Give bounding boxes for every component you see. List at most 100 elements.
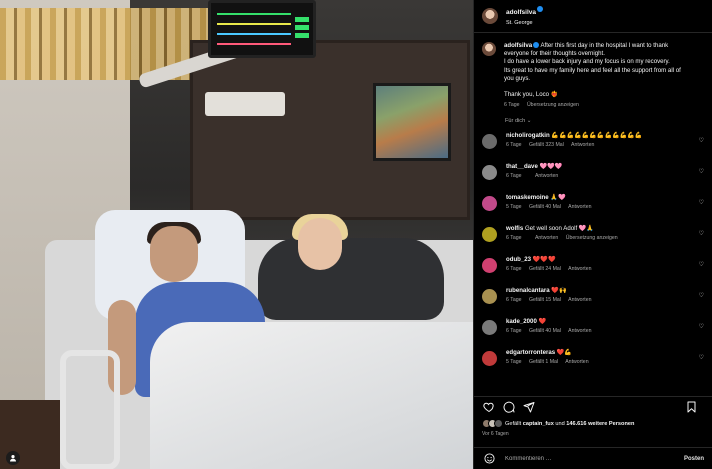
caption-line: you guys. — [504, 74, 531, 82]
liked-by-user[interactable]: captain_fux — [523, 421, 554, 427]
caption-author-avatar[interactable] — [482, 42, 496, 56]
comment-like-heart-icon[interactable]: ♡ — [699, 168, 704, 175]
post-photo[interactable] — [0, 0, 473, 469]
vital-signs-monitor — [208, 0, 316, 58]
author-avatar[interactable] — [482, 8, 498, 24]
caption-line: I do have a lower back injury and my foc… — [504, 58, 670, 66]
commenter-avatar[interactable] — [482, 227, 497, 243]
comment-list: nicholirogatkin 💪💪💪💪💪💪💪💪💪💪💪💪 6 Tage Gefä… — [482, 132, 704, 380]
comment-age[interactable]: 6 Tage — [506, 266, 521, 272]
commenter-avatar[interactable] — [482, 351, 497, 367]
commenter-avatar[interactable] — [482, 320, 497, 336]
visitor-face — [298, 218, 342, 270]
comment-likes[interactable]: Gefällt 1 Mal — [529, 359, 558, 365]
other-likers-link[interactable]: 146.616 weitere Personen — [566, 421, 634, 427]
comment-text: ❤️💪 — [556, 349, 572, 357]
commenter-avatar[interactable] — [482, 196, 497, 212]
reply-button[interactable]: Antworten — [535, 235, 558, 241]
blanket — [150, 322, 473, 469]
comment-age[interactable]: 5 Tage — [506, 359, 521, 365]
caption-username[interactable]: adolfsilva — [504, 42, 532, 49]
emoji-icon[interactable] — [482, 452, 496, 466]
reply-button[interactable]: Antworten — [568, 297, 591, 303]
share-send-icon[interactable] — [522, 400, 536, 414]
reply-button[interactable]: Antworten — [568, 204, 591, 210]
comments-scroll-area[interactable]: adolfsilva After this first day in the h… — [474, 34, 712, 394]
commenter-avatar[interactable] — [482, 165, 497, 181]
likers-avatars[interactable] — [482, 419, 503, 428]
comment-text: 💪💪💪💪💪💪💪💪💪💪💪💪 — [551, 132, 643, 140]
commenter-avatar[interactable] — [482, 258, 497, 274]
caption-line: After this first day in the hospital I w… — [540, 42, 669, 49]
comment-text: ❤️ — [538, 318, 547, 326]
comment-age[interactable]: 6 Tage — [506, 142, 521, 148]
patient-face — [150, 226, 198, 282]
comment-likes[interactable]: Gefällt 40 Mal — [529, 204, 561, 210]
reply-button[interactable]: Antworten — [565, 359, 588, 365]
reply-button[interactable]: Antworten — [568, 266, 591, 272]
commenter-username[interactable]: kade_2000 — [506, 318, 537, 325]
comment-text: ❤️❤️❤️ — [532, 256, 556, 264]
comment-likes[interactable]: Gefällt 15 Mal — [529, 297, 561, 303]
like-heart-icon[interactable] — [482, 400, 496, 414]
comment-item: that__dave 🩷🩷🩷 6 Tage Antworten ♡ — [482, 163, 704, 194]
comment-item: edgartorronteras ❤️💪 5 Tage Gefällt 1 Ma… — [482, 349, 704, 380]
bookmark-icon[interactable] — [684, 400, 698, 414]
comment-like-heart-icon[interactable]: ♡ — [699, 292, 704, 299]
post-comment-button[interactable]: Posten — [684, 456, 704, 462]
comment-item: nicholirogatkin 💪💪💪💪💪💪💪💪💪💪💪💪 6 Tage Gefä… — [482, 132, 704, 163]
post-location[interactable]: St. George — [506, 18, 543, 28]
comment-bubble-icon[interactable] — [502, 400, 516, 414]
commenter-username[interactable]: that__dave — [506, 163, 538, 170]
commenter-username[interactable]: nicholirogatkin — [506, 132, 550, 139]
reply-button[interactable]: Antworten — [571, 142, 594, 148]
commenter-username[interactable]: odub_23 — [506, 256, 531, 263]
comment-like-heart-icon[interactable]: ♡ — [699, 199, 704, 206]
comment-text: ❤️🙌 — [551, 287, 567, 295]
comment-like-heart-icon[interactable]: ♡ — [699, 230, 704, 237]
tagged-users-icon[interactable] — [6, 451, 20, 465]
comment-input[interactable] — [505, 455, 684, 462]
comment-text: 🩷🩷🩷 — [539, 163, 563, 171]
post-header: adolfsilva St. George — [474, 0, 712, 33]
commenter-avatar[interactable] — [482, 134, 497, 150]
commenter-username[interactable]: edgartorronteras — [506, 349, 555, 356]
post-time[interactable]: Vor 6 Tagen — [482, 431, 509, 437]
caption: adolfsilva After this first day in the h… — [482, 42, 704, 108]
reply-button[interactable]: Antworten — [568, 328, 591, 334]
comment-age[interactable]: 5 Tage — [506, 204, 521, 210]
comment-like-heart-icon[interactable]: ♡ — [699, 323, 704, 330]
comment-age[interactable]: 6 Tage — [506, 328, 521, 334]
comment-age[interactable]: 6 Tage — [506, 173, 521, 179]
reply-button[interactable]: Antworten — [535, 173, 558, 179]
author-username[interactable]: adolfsilva — [506, 9, 536, 16]
comment-age[interactable]: 6 Tage — [506, 297, 521, 303]
comment-age[interactable]: 6 Tage — [506, 235, 521, 241]
comment-item: odub_23 ❤️❤️❤️ 6 Tage Gefällt 24 Mal Ant… — [482, 256, 704, 287]
commenter-username[interactable]: tomaskemoine — [506, 194, 549, 201]
caption-translate-link[interactable]: Übersetzung anzeigen — [527, 102, 579, 108]
comment-like-heart-icon[interactable]: ♡ — [699, 261, 704, 268]
caption-age[interactable]: 6 Tage — [504, 102, 519, 108]
caption-line: Its great to have my family here and fee… — [504, 66, 681, 74]
comment-like-heart-icon[interactable]: ♡ — [699, 137, 704, 144]
comment-like-heart-icon[interactable]: ♡ — [699, 354, 704, 361]
comment-likes[interactable]: Gefällt 40 Mal — [529, 328, 561, 334]
comment-item: rubenalcantara ❤️🙌 6 Tage Gefällt 15 Mal… — [482, 287, 704, 318]
comment-likes[interactable]: Gefällt 323 Mal — [529, 142, 564, 148]
commenter-username[interactable]: wolfis — [506, 225, 523, 232]
comment-item: wolfis Get well soon Adolf 🩷🙏 6 Tage Ant… — [482, 225, 704, 256]
commenter-username[interactable]: rubenalcantara — [506, 287, 550, 294]
for-you-filter[interactable]: Für dich ⌄ — [505, 118, 704, 124]
likes-summary: Gefällt captain_fux und 146.616 weitere … — [482, 419, 704, 428]
comment-translate-link[interactable]: Übersetzung anzeigen — [566, 235, 618, 241]
comment-box: Posten — [474, 447, 712, 469]
commenter-avatar[interactable] — [482, 289, 497, 305]
likes-and: und — [555, 420, 565, 427]
comment-item: kade_2000 ❤️ 6 Tage Gefällt 40 Mal Antwo… — [482, 318, 704, 349]
wall-painting — [373, 83, 451, 161]
post-side-panel: adolfsilva St. George adolfsilva After t… — [473, 0, 712, 469]
verified-badge-icon — [533, 42, 540, 49]
comment-likes[interactable]: Gefällt 24 Mal — [529, 266, 561, 272]
comment-text: Get well soon Adolf 🩷🙏 — [524, 225, 595, 233]
